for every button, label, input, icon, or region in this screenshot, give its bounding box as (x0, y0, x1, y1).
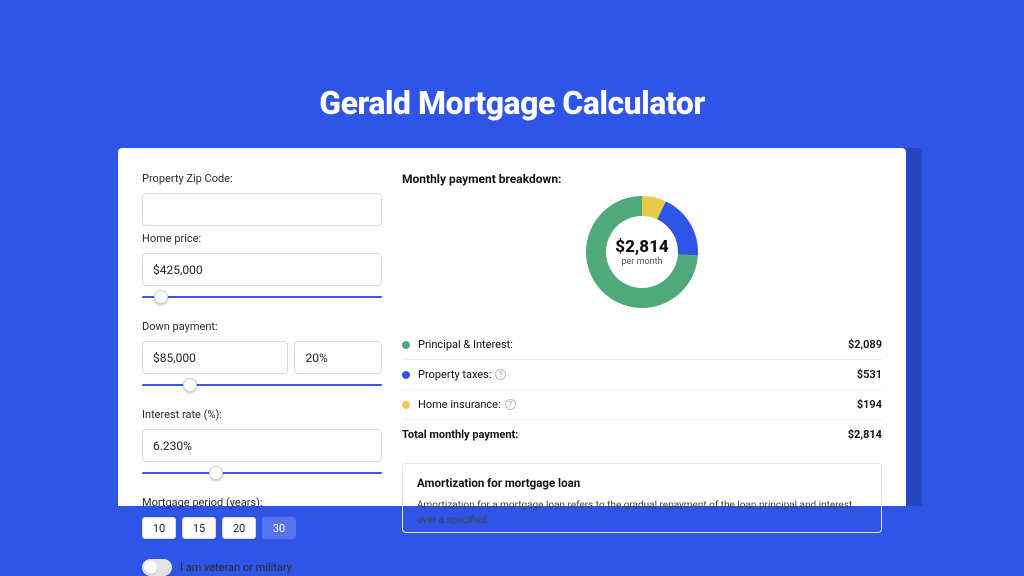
down-payment-label: Down payment: (142, 320, 382, 333)
legend-dot (402, 341, 410, 349)
home-price-input[interactable] (142, 253, 382, 286)
donut-center-value: $2,814 (615, 237, 668, 257)
home-price-label: Home price: (142, 232, 382, 245)
period-button-30[interactable]: 30 (262, 517, 296, 539)
veteran-toggle[interactable] (142, 559, 172, 576)
breakdown-item-name: Property taxes:? (418, 368, 506, 381)
zip-input[interactable] (142, 193, 382, 226)
breakdown-row: Property taxes:? $531 (402, 360, 882, 390)
breakdown-item-name: Home insurance:? (418, 398, 516, 411)
calculator-card: Property Zip Code: Home price: Down paym… (118, 148, 906, 506)
home-price-slider[interactable] (142, 292, 382, 306)
slider-thumb[interactable] (209, 466, 223, 480)
interest-rate-slider[interactable] (142, 468, 382, 482)
veteran-label: I am veteran or military (180, 561, 292, 574)
legend-dot (402, 401, 410, 409)
help-icon[interactable]: ? (505, 399, 516, 410)
amortization-title: Amortization for mortgage loan (417, 476, 867, 490)
period-button-20[interactable]: 20 (222, 517, 256, 539)
legend-dot (402, 371, 410, 379)
help-icon[interactable]: ? (495, 369, 506, 380)
zip-label: Property Zip Code: (142, 172, 382, 185)
down-payment-slider[interactable] (142, 380, 382, 394)
breakdown-item-name: Principal & Interest: (418, 338, 513, 351)
breakdown-column: Monthly payment breakdown: $2,814 per mo… (402, 172, 882, 506)
breakdown-total-amount: $2,814 (848, 428, 882, 441)
page-title: Gerald Mortgage Calculator (0, 0, 1024, 148)
breakdown-item-amount: $531 (857, 368, 882, 381)
breakdown-row: Principal & Interest: $2,089 (402, 330, 882, 360)
interest-rate-label: Interest rate (%): (142, 408, 382, 421)
amortization-card: Amortization for mortgage loan Amortizat… (402, 463, 882, 533)
form-column: Property Zip Code: Home price: Down paym… (142, 172, 382, 506)
breakdown-item-amount: $2,089 (848, 338, 882, 351)
slider-thumb[interactable] (154, 290, 168, 304)
slider-thumb[interactable] (183, 378, 197, 392)
period-button-10[interactable]: 10 (142, 517, 176, 539)
interest-rate-input[interactable] (142, 429, 382, 462)
down-payment-amount-input[interactable] (142, 341, 288, 374)
period-group: 10 15 20 30 (142, 517, 382, 539)
period-button-15[interactable]: 15 (182, 517, 216, 539)
amortization-text: Amortization for a mortgage loan refers … (417, 498, 867, 528)
breakdown-row: Home insurance:? $194 (402, 390, 882, 420)
down-payment-pct-input[interactable] (294, 341, 382, 374)
donut-center-sub: per month (615, 257, 668, 267)
breakdown-heading: Monthly payment breakdown: (402, 172, 882, 186)
breakdown-total-label: Total monthly payment: (402, 428, 518, 441)
period-label: Mortgage period (years): (142, 496, 382, 509)
breakdown-total-row: Total monthly payment: $2,814 (402, 420, 882, 449)
breakdown-donut-chart: $2,814 per month (582, 192, 702, 312)
breakdown-item-amount: $194 (857, 398, 882, 411)
